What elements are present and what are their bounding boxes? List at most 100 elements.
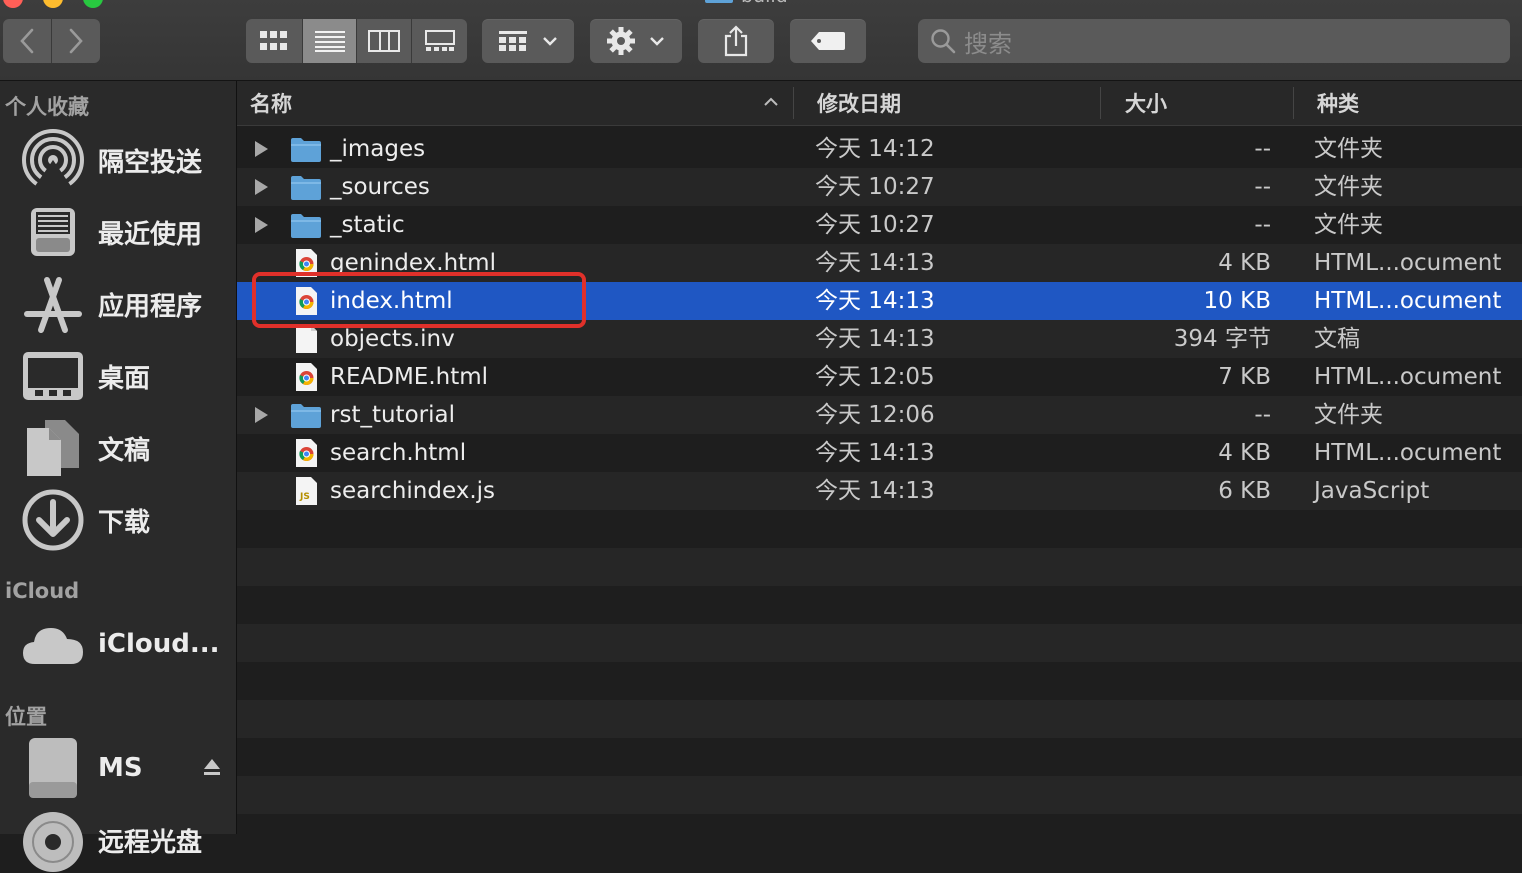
locations-header: 位置 — [5, 705, 47, 729]
empty-row — [237, 662, 1522, 700]
empty-row — [237, 738, 1522, 776]
empty-row — [237, 814, 1522, 852]
group-grid-icon — [499, 31, 527, 51]
tag-icon — [811, 32, 845, 50]
recents-icon — [20, 199, 86, 265]
file-row[interactable]: _images 今天 14:12 -- 文件夹 — [237, 130, 1522, 168]
toolbar: build — [0, 0, 1522, 81]
file-size: -- — [1254, 136, 1271, 162]
search-field[interactable]: 搜索 — [918, 19, 1510, 63]
file-date: 今天 12:06 — [815, 402, 935, 428]
file-list: 名称 修改日期 大小 种类 _images 今天 14:12 -- 文件夹 _s… — [237, 81, 1522, 834]
file-row[interactable]: _static 今天 10:27 -- 文件夹 — [237, 206, 1522, 244]
column-kind[interactable]: 种类 — [1317, 81, 1359, 125]
icloud-header: iCloud — [5, 579, 80, 603]
column-view-button[interactable] — [357, 19, 412, 63]
sidebar-item-airdrop[interactable]: 隔空投送 — [20, 127, 230, 193]
sidebar-item-icloud[interactable]: iCloud... — [20, 611, 230, 677]
file-kind: 文件夹 — [1314, 402, 1383, 428]
folder-icon — [291, 176, 321, 200]
chrome-html-icon — [296, 363, 317, 391]
forward-button[interactable] — [52, 19, 100, 63]
file-row[interactable]: rst_tutorial 今天 12:06 -- 文件夹 — [237, 396, 1522, 434]
empty-row — [237, 586, 1522, 624]
column-separator[interactable] — [1100, 87, 1101, 119]
file-size: 4 KB — [1218, 440, 1271, 466]
sidebar-item-label: 远程光盘 — [98, 827, 203, 858]
file-size: 4 KB — [1218, 250, 1271, 276]
file-name: _sources — [330, 174, 430, 200]
search-input[interactable]: 搜索 — [964, 24, 1012, 59]
favorites-header: 个人收藏 — [5, 95, 89, 119]
chevron-down-icon — [650, 37, 664, 46]
file-date: 今天 12:05 — [815, 364, 935, 390]
list-icon — [314, 31, 345, 52]
search-icon — [931, 29, 956, 54]
chrome-html-icon — [296, 439, 317, 467]
sidebar-item-label: 下载 — [98, 507, 151, 538]
empty-row — [237, 776, 1522, 814]
file-name: _images — [330, 136, 426, 162]
file-size: -- — [1254, 174, 1271, 200]
file-date: 今天 14:13 — [815, 478, 935, 504]
share-button[interactable] — [698, 19, 774, 63]
disclosure-triangle-icon[interactable] — [254, 179, 268, 195]
sidebar-item-downloads[interactable]: 下载 — [20, 487, 230, 553]
file-size: 7 KB — [1218, 364, 1271, 390]
file-date: 今天 14:13 — [815, 250, 935, 276]
file-size: -- — [1254, 212, 1271, 238]
eject-icon[interactable] — [202, 757, 222, 777]
sidebar-item-label: iCloud... — [98, 629, 220, 659]
back-button[interactable] — [3, 19, 52, 63]
file-row[interactable]: JS searchindex.js 今天 14:13 6 KB JavaScri… — [237, 472, 1522, 510]
file-name: rst_tutorial — [330, 402, 455, 428]
tags-button[interactable] — [790, 19, 866, 63]
file-date: 今天 10:27 — [815, 174, 935, 200]
sidebar: 个人收藏 隔空投送 最近使用 应用程序 桌面 文稿 下载 iCloud iClo… — [0, 81, 237, 872]
file-size: -- — [1254, 402, 1271, 428]
sidebar-item-remote-disc[interactable]: 远程光盘 — [20, 807, 230, 873]
file-row[interactable]: search.html 今天 14:13 4 KB HTML...ocument — [237, 434, 1522, 472]
disclosure-triangle-icon[interactable] — [254, 141, 268, 157]
disclosure-triangle-icon[interactable] — [254, 217, 268, 233]
annotation-highlight-box — [252, 272, 586, 328]
gallery-view-button[interactable] — [412, 19, 467, 63]
action-button[interactable] — [590, 19, 682, 63]
sidebar-item-documents[interactable]: 文稿 — [20, 415, 230, 481]
folder-icon — [291, 138, 321, 162]
file-rows: _images 今天 14:12 -- 文件夹 _sources 今天 10:2… — [237, 130, 1522, 852]
chevron-left-icon — [20, 28, 34, 54]
column-modified[interactable]: 修改日期 — [817, 81, 901, 125]
empty-row — [237, 624, 1522, 662]
disclosure-triangle-icon[interactable] — [254, 407, 268, 423]
zoom-window-button[interactable] — [83, 0, 103, 8]
javascript-file-icon: JS — [296, 477, 317, 505]
file-kind: 文件夹 — [1314, 212, 1383, 238]
icon-view-button[interactable] — [246, 19, 303, 63]
file-row[interactable]: README.html 今天 12:05 7 KB HTML...ocument — [237, 358, 1522, 396]
column-size[interactable]: 大小 — [1125, 81, 1167, 125]
list-view-button[interactable] — [303, 19, 357, 63]
file-name: search.html — [330, 440, 467, 466]
empty-row — [237, 700, 1522, 738]
column-name[interactable]: 名称 — [250, 81, 292, 125]
applications-icon — [20, 271, 86, 337]
downloads-icon — [20, 487, 86, 553]
sidebar-item-ms[interactable]: MS — [20, 735, 230, 801]
window-title-text: build — [741, 0, 788, 7]
close-window-button[interactable] — [3, 0, 23, 8]
column-separator[interactable] — [793, 87, 794, 119]
file-row[interactable]: _sources 今天 10:27 -- 文件夹 — [237, 168, 1522, 206]
sort-ascending-icon[interactable] — [763, 97, 779, 107]
file-kind: HTML...ocument — [1314, 440, 1502, 466]
file-kind: 文件夹 — [1314, 174, 1383, 200]
folder-icon — [705, 0, 733, 3]
column-separator[interactable] — [1293, 87, 1294, 119]
minimize-window-button[interactable] — [43, 0, 63, 8]
folder-icon — [291, 214, 321, 238]
group-by-button[interactable] — [482, 19, 574, 63]
sidebar-item-applications[interactable]: 应用程序 — [20, 271, 230, 337]
sidebar-item-desktop[interactable]: 桌面 — [20, 343, 230, 409]
sidebar-item-recents[interactable]: 最近使用 — [20, 199, 230, 265]
cloud-icon — [20, 611, 86, 677]
